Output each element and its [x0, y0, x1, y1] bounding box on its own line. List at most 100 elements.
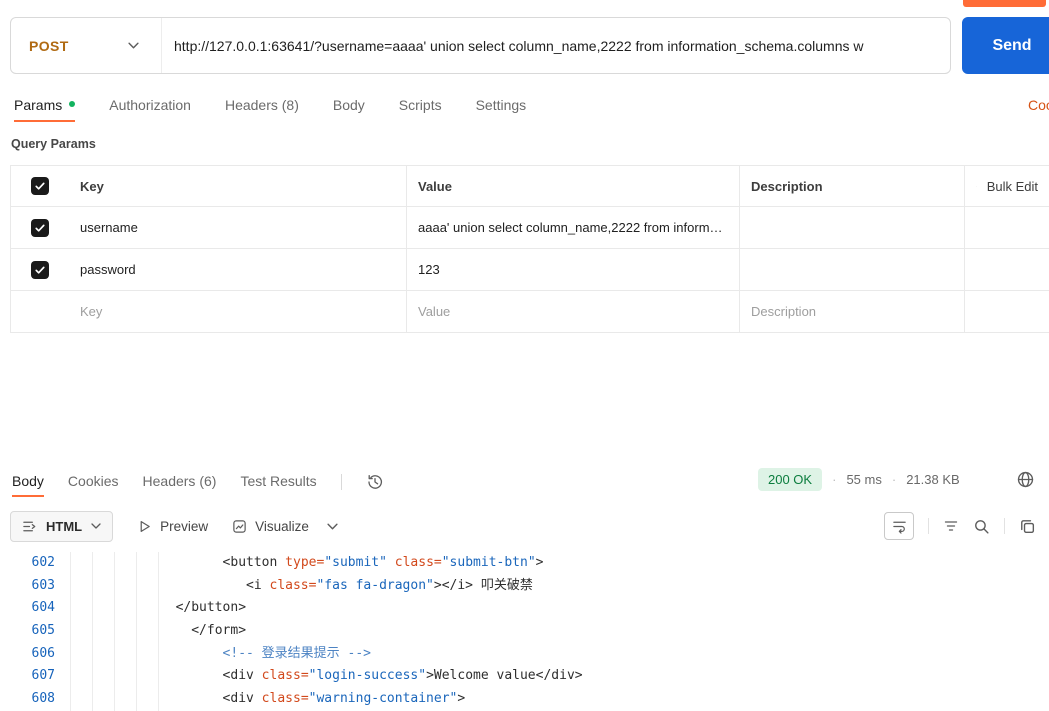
param-value-cell[interactable]: 123 — [406, 249, 739, 290]
param-extra-cell — [964, 207, 1049, 248]
code-line: 604 </button> — [0, 597, 1049, 620]
code-text: </form> — [66, 620, 246, 643]
response-tab-body[interactable]: Body — [12, 466, 44, 497]
response-tab-cookies[interactable]: Cookies — [68, 466, 119, 497]
response-tab-headers[interactable]: Headers (6) — [143, 466, 217, 497]
code-token: <i — [246, 577, 262, 593]
param-key-input[interactable]: Key — [69, 291, 406, 332]
method-label: POST — [29, 37, 69, 54]
tab-label: Params — [14, 97, 63, 113]
code-token: type= — [277, 555, 325, 570]
code-text: </button> — [66, 597, 246, 620]
check-icon — [35, 266, 45, 274]
format-label: HTML — [46, 518, 83, 534]
status-badge[interactable]: 200 OK — [758, 468, 823, 491]
code-token: "warning-container" — [308, 691, 458, 707]
url-input[interactable] — [162, 37, 950, 54]
param-key-text: password — [80, 262, 136, 277]
code-line: 605 </form> — [0, 620, 1049, 643]
response-viewer-toolbar: HTML Preview Visualize — [10, 510, 338, 542]
param-description-cell[interactable] — [739, 249, 964, 290]
visualize-button[interactable]: Visualize — [232, 519, 309, 534]
preview-icon — [140, 520, 150, 532]
code-token: class= — [253, 668, 309, 684]
code-token: class= — [253, 691, 309, 707]
code-text: <!-- 登录结果提示 --> — [66, 643, 371, 666]
copy-button[interactable] — [1019, 518, 1036, 535]
divider — [1004, 518, 1005, 534]
param-key-cell[interactable]: username — [69, 207, 406, 248]
select-all-checkbox[interactable] — [31, 177, 49, 195]
network-info-button[interactable] — [1016, 470, 1035, 489]
code-token: ></i> — [433, 577, 474, 593]
separator-dot: · — [832, 472, 837, 487]
param-key-text: username — [80, 220, 138, 235]
code-line: 606 <!-- 登录结果提示 --> — [0, 643, 1049, 666]
tab-body[interactable]: Body — [333, 90, 365, 122]
bulk-edit-button[interactable]: Bulk Edit — [987, 179, 1038, 194]
param-description-cell[interactable] — [739, 207, 964, 248]
param-value-input[interactable]: Value — [406, 291, 739, 332]
tab-settings[interactable]: Settings — [476, 90, 527, 122]
code-text: <button type="submit" class="submit-btn"… — [66, 552, 544, 575]
preview-button[interactable]: Preview — [137, 519, 208, 534]
code-token: </button> — [175, 600, 247, 616]
tab-label: Scripts — [398, 97, 442, 113]
check-icon — [35, 224, 45, 232]
tab-label: Body — [332, 97, 365, 113]
wrap-text-icon — [892, 521, 906, 534]
code-token: class= — [386, 555, 442, 570]
visualize-label: Visualize — [255, 518, 309, 534]
response-tab-test-results[interactable]: Test Results — [240, 466, 316, 497]
search-icon — [975, 519, 989, 534]
row-checkbox[interactable] — [31, 260, 49, 279]
filter-lines-icon — [944, 521, 958, 531]
line-number: 608 — [31, 691, 55, 707]
visualize-options-chevron[interactable] — [327, 523, 338, 530]
method-select[interactable]: POST — [11, 38, 161, 54]
divider — [928, 518, 929, 534]
code-token: Welcome value — [433, 668, 536, 684]
visualize-icon — [233, 519, 246, 533]
code-text: <i class="fas fa-dragon"></i> 叩关破禁 — [66, 575, 533, 598]
row-checkbox[interactable] — [31, 218, 49, 237]
separator-dot: · — [891, 472, 897, 487]
filter-button[interactable] — [943, 518, 959, 534]
cookies-link[interactable]: Cookies — [1028, 97, 1049, 113]
param-key-cell[interactable]: password — [69, 249, 406, 290]
wrap-text-toggle[interactable] — [884, 512, 914, 540]
code-token: > — [426, 668, 434, 684]
column-header-description: Description — [739, 166, 964, 206]
response-history-button[interactable] — [366, 473, 384, 491]
more-horizontal-icon[interactable] — [976, 184, 977, 189]
query-params-title: Query Params — [11, 137, 96, 151]
table-header-row: Key Value Description Bulk Edit — [11, 166, 1049, 207]
line-number: 604 — [31, 600, 55, 616]
response-size: 21.38 KB — [906, 472, 960, 487]
format-select[interactable]: HTML — [10, 510, 114, 542]
code-token: </form> — [191, 623, 247, 639]
code-token: <div — [222, 691, 254, 707]
globe-icon — [1017, 471, 1033, 488]
param-description-input[interactable]: Description — [739, 291, 964, 332]
response-body-code[interactable]: 602 <button type="submit" class="submit-… — [0, 552, 1049, 711]
chevron-down-icon — [91, 523, 101, 529]
send-button[interactable]: Send — [962, 17, 1049, 74]
tab-params[interactable]: Params — [14, 90, 76, 122]
tab-headers[interactable]: Headers (8) — [225, 90, 299, 122]
code-token: </div> — [535, 668, 583, 684]
response-tabs: Body Cookies Headers (6) Test Results — [12, 466, 384, 497]
unsaved-dot-icon — [69, 101, 76, 107]
code-token: 叩关破禁 — [473, 577, 533, 593]
search-button[interactable] — [973, 518, 990, 535]
code-line: 607 <div class="login-success">Welcome v… — [0, 665, 1049, 688]
param-extra-cell — [964, 291, 1049, 332]
history-icon — [368, 474, 382, 489]
code-token: "submit" — [324, 555, 387, 570]
param-value-cell[interactable]: aaaa' union select column_name,2222 from… — [406, 207, 739, 248]
tab-scripts[interactable]: Scripts — [399, 90, 442, 122]
code-line: 603 <i class="fas fa-dragon"></i> 叩关破禁 — [0, 575, 1049, 598]
tab-authorization[interactable]: Authorization — [109, 90, 191, 122]
